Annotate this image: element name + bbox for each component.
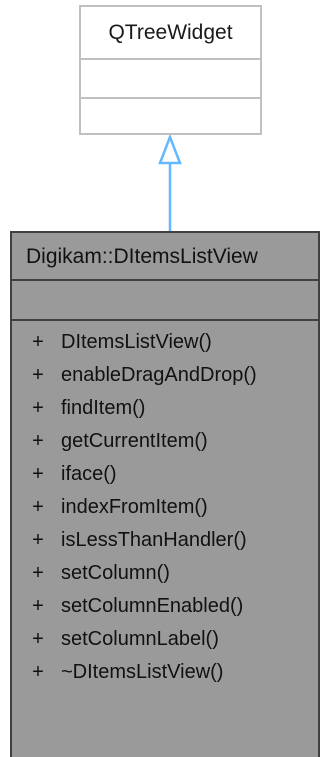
method-row[interactable]: + isLessThanHandler()	[12, 524, 318, 557]
inheritance-arrowhead-icon	[158, 133, 182, 165]
visibility-marker: +	[32, 562, 44, 584]
base-class-attributes	[81, 60, 260, 99]
method-row[interactable]: + setColumnLabel()	[12, 623, 318, 656]
base-class-box[interactable]: QTreeWidget	[79, 5, 262, 135]
method-name: setColumn()	[61, 562, 170, 584]
derived-class-name: Digikam::DItemsListView	[12, 233, 318, 281]
method-row[interactable]: + setColumnEnabled()	[12, 590, 318, 623]
method-row[interactable]: + enableDragAndDrop()	[12, 359, 318, 392]
derived-class-attributes	[12, 281, 318, 321]
method-row[interactable]: + findItem()	[12, 392, 318, 425]
visibility-marker: +	[32, 628, 44, 650]
visibility-marker: +	[32, 430, 44, 452]
method-name: getCurrentItem()	[61, 430, 208, 452]
visibility-marker: +	[32, 496, 44, 518]
derived-class-methods: + DItemsListView() + enableDragAndDrop() + fi…	[12, 321, 318, 689]
base-class-name: QTreeWidget	[81, 7, 260, 60]
method-name: setColumnEnabled()	[61, 595, 244, 617]
method-name: enableDragAndDrop()	[61, 364, 257, 386]
method-row[interactable]: + iface()	[12, 458, 318, 491]
method-name: iface()	[61, 463, 117, 485]
method-name: indexFromItem()	[61, 496, 208, 518]
method-name: setColumnLabel()	[61, 628, 219, 650]
method-row[interactable]: + DItemsListView()	[12, 326, 318, 359]
method-row[interactable]: + ~DItemsListView()	[12, 656, 318, 689]
visibility-marker: +	[32, 364, 44, 386]
method-name: ~DItemsListView()	[61, 661, 224, 683]
visibility-marker: +	[32, 331, 44, 353]
method-row[interactable]: + getCurrentItem()	[12, 425, 318, 458]
method-name: findItem()	[61, 397, 146, 419]
method-row[interactable]: + setColumn()	[12, 557, 318, 590]
method-row[interactable]: + indexFromItem()	[12, 491, 318, 524]
base-class-methods	[81, 99, 260, 136]
visibility-marker: +	[32, 397, 44, 419]
visibility-marker: +	[32, 595, 44, 617]
visibility-marker: +	[32, 529, 44, 551]
visibility-marker: +	[32, 661, 44, 683]
method-name: DItemsListView()	[61, 331, 212, 353]
visibility-marker: +	[32, 463, 44, 485]
derived-class-box[interactable]: Digikam::DItemsListView + DItemsListView(…	[10, 231, 320, 757]
method-name: isLessThanHandler()	[61, 529, 247, 551]
